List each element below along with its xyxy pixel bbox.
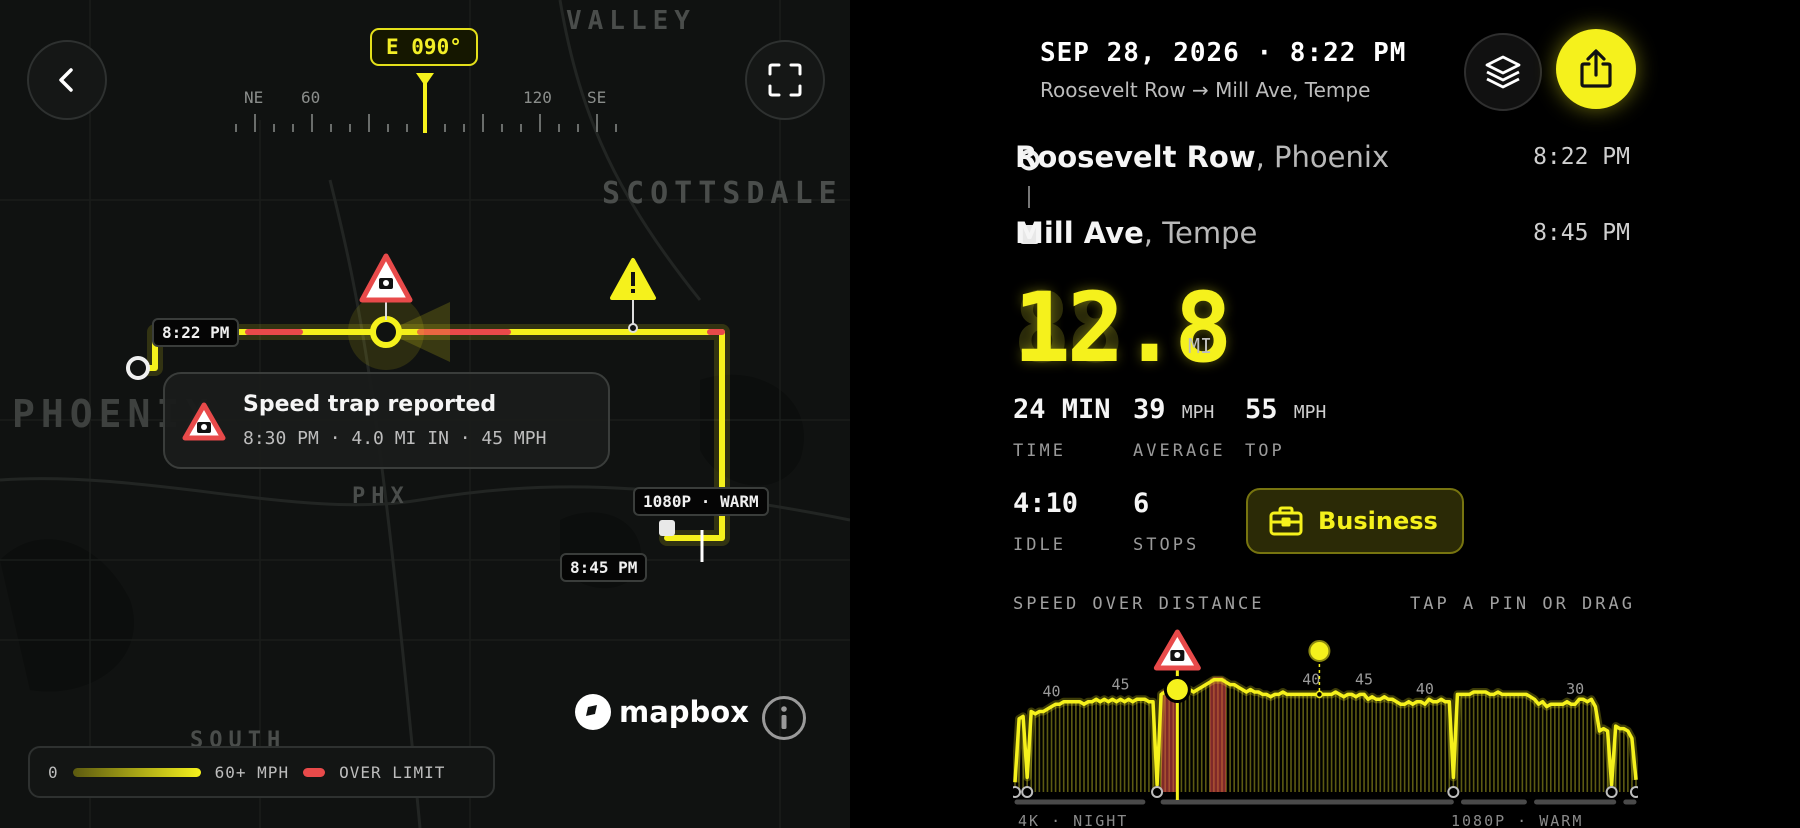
warning-pin-icon: [610, 258, 656, 300]
city-label-phx: PHX: [352, 484, 410, 509]
speed-trap-icon: [182, 402, 226, 441]
info-button[interactable]: [762, 696, 806, 740]
legend-gradient: [72, 767, 201, 777]
speed-trap-pin-icon: [359, 253, 413, 303]
speed-trap-tooltip[interactable]: Speed trap reported 8:30 PM · 4.0 MI IN …: [163, 372, 610, 469]
stat-top-unit: MPH: [1293, 402, 1327, 423]
stop-dot: [1013, 786, 1021, 798]
layers-button[interactable]: [1464, 33, 1542, 111]
info-icon: [781, 706, 787, 729]
stat-time-label: TIME: [1013, 441, 1066, 461]
back-button[interactable]: [27, 40, 107, 120]
speed-limit-label: 45: [1355, 670, 1373, 688]
route-connector: [1028, 186, 1030, 208]
chart-title: SPEED OVER DISTANCE: [1013, 594, 1265, 614]
destination-name: Mill Ave: [1015, 216, 1144, 250]
stop-dot: [1605, 786, 1618, 798]
destination-label: Mill Ave, Tempe: [1015, 216, 1257, 250]
distance-value: 12.8: [1013, 272, 1232, 384]
stop-dot: [1021, 786, 1034, 798]
segment-tag[interactable]: 1080P · WARM: [633, 487, 769, 516]
legend-max: 60+ MPH: [214, 762, 290, 782]
destination-time: 8:45 PM: [1533, 220, 1630, 246]
share-button[interactable]: [1556, 29, 1636, 109]
city-label-valley: VALLEY: [566, 6, 696, 36]
heading-badge: E 090°: [370, 28, 478, 66]
speed-chart[interactable]: 40 45 40 45 40 30: [1013, 620, 1638, 820]
mapbox-logo-icon: [575, 694, 611, 730]
trip-category-button[interactable]: Business: [1246, 488, 1464, 554]
fullscreen-icon: [768, 63, 802, 97]
stop-dot: [1630, 786, 1638, 798]
compass-label-120: 120: [523, 88, 552, 107]
stat-top-value: 55: [1245, 394, 1278, 425]
trip-details-panel: SEP 28, 2026 · 8:22 PM Roosevelt Row → M…: [850, 0, 1800, 828]
fullscreen-button[interactable]: [745, 40, 825, 120]
trip-category-label: Business: [1318, 507, 1438, 535]
origin-time: 8:22 PM: [1533, 144, 1630, 170]
speed-limit-label: 40: [1302, 670, 1320, 688]
pin-anchor: [1315, 690, 1324, 699]
compass-label-ne: NE: [244, 88, 264, 107]
pin-marker-icon: [1308, 640, 1331, 662]
share-icon: [1580, 49, 1612, 88]
stat-average: 39 MPH: [1133, 394, 1214, 425]
speed-legend: 0 60+ MPH OVER LIMIT: [28, 746, 495, 798]
trip-date: SEP 28, 2026 · 8:22 PM: [1040, 38, 1407, 68]
chart-hint: TAP A PIN OR DRAG: [1410, 594, 1635, 614]
stat-average-value: 39: [1133, 394, 1166, 425]
end-time-tag[interactable]: 8:45 PM: [560, 553, 648, 582]
destination-row[interactable]: Mill Ave, Tempe 8:45 PM: [1015, 216, 1630, 256]
tooltip-details: 8:30 PM · 4.0 MI IN · 45 MPH: [243, 428, 547, 449]
speed-limit-label: 45: [1111, 675, 1129, 693]
stat-stops-value: 6: [1133, 488, 1150, 519]
speed-limit-label: 30: [1566, 680, 1584, 698]
trip-map[interactable]: VALLEY SCOTTSDALE PHOENIX PHX SOUTH E 09…: [0, 0, 850, 828]
stat-top-label: TOP: [1245, 441, 1285, 461]
start-time-tag[interactable]: 8:22 PM: [152, 318, 240, 347]
over-limit-area: [1209, 676, 1227, 792]
briefcase-icon: [1269, 506, 1303, 536]
origin-row[interactable]: Roosevelt Row, Phoenix 8:22 PM: [1015, 140, 1630, 180]
segment-start-label: 4K · NIGHT: [1018, 812, 1129, 828]
city-label-scottsdale: SCOTTSDALE: [602, 176, 843, 211]
stat-average-label: AVERAGE: [1133, 441, 1226, 461]
speed-limit-label: 40: [1416, 680, 1434, 698]
speed-limit-label: 40: [1042, 683, 1060, 701]
end-marker: [659, 520, 675, 536]
stat-average-unit: MPH: [1181, 402, 1215, 423]
legend-over-swatch: [303, 767, 326, 777]
origin-name: Roosevelt Row: [1015, 140, 1256, 174]
legend-over-label: OVER LIMIT: [339, 762, 446, 782]
stat-top: 55 MPH: [1245, 394, 1326, 425]
chevron-left-icon: [59, 68, 73, 92]
compass-label-se: SE: [587, 88, 607, 107]
stat-time-value: 24 MIN: [1013, 394, 1111, 425]
stat-idle-label: IDLE: [1013, 535, 1066, 555]
current-position-marker: [370, 316, 402, 348]
speed-trap-point: [1163, 676, 1191, 704]
distance-unit: MI: [1188, 334, 1213, 358]
stop-dot: [1151, 786, 1164, 798]
stat-stops-label: STOPS: [1133, 535, 1200, 555]
speed-trap-camera-lens: [1174, 652, 1181, 658]
layers-icon: [1485, 55, 1521, 89]
tooltip-title: Speed trap reported: [243, 392, 497, 417]
segment-end-label: 1080P · WARM: [1451, 812, 1584, 828]
destination-city: , Tempe: [1143, 216, 1258, 250]
legend-min: 0: [48, 762, 59, 782]
map-park-area: [0, 539, 134, 692]
origin-label: Roosevelt Row, Phoenix: [1015, 140, 1389, 174]
mapbox-wordmark: mapbox: [619, 695, 749, 729]
start-marker: [126, 356, 150, 380]
origin-city: , Phoenix: [1255, 140, 1390, 174]
mapbox-attribution[interactable]: mapbox: [573, 692, 749, 732]
trip-route-summary: Roosevelt Row → Mill Ave, Tempe: [1040, 78, 1371, 102]
stat-idle-value: 4:10: [1013, 488, 1079, 519]
compass-label-60: 60: [301, 88, 321, 107]
stop-dot: [1447, 786, 1460, 798]
